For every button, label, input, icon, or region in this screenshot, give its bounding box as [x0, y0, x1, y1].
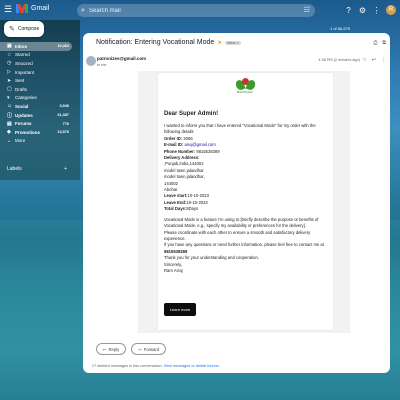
sidebar-item-categories[interactable]: ▾ Categories [0, 94, 72, 103]
email-panel: Notification: Entering Vocational Mode ➤… [83, 33, 390, 373]
email-body: I wanted to inform you that I have enter… [164, 123, 324, 273]
forum-icon: ▤ [7, 120, 12, 127]
important-marker-icon[interactable]: ➤ [217, 39, 222, 46]
people-icon: ☺ [7, 103, 13, 110]
search-bar[interactable]: ⌕ ☷ [77, 4, 315, 17]
info-icon: ⓘ [7, 112, 13, 119]
sidebar-item-more[interactable]: ⌄ More [0, 137, 72, 146]
sender-email[interactable]: patronizes@gmail.com [97, 56, 146, 61]
send-icon: ➤ [7, 77, 12, 84]
settings-icon[interactable]: ⚙ [358, 6, 367, 15]
forward-button[interactable]: ↪ Forward [131, 343, 167, 355]
labels-heading: Labels [7, 166, 22, 172]
top-bar: ☰ Gmail ⌕ ☷ ? ⚙ ⋮ R [0, 0, 400, 20]
email-subject-row: Notification: Entering Vocational Mode ➤… [96, 39, 241, 46]
add-label-button[interactable]: + [64, 166, 67, 172]
sidebar-item-inbox[interactable]: ▣ Inbox 10,464 [0, 42, 72, 51]
learn-more-button[interactable]: Learn more [164, 303, 196, 316]
search-icon[interactable]: ⌕ [77, 7, 89, 15]
sidebar-item-updates[interactable]: ⓘ Updates 41,387 [0, 111, 72, 120]
email-date: 4:38 PM (2 minutes ago) [318, 58, 360, 62]
message-actions: ☆ ↩ ⋮ [362, 57, 386, 63]
avatar[interactable]: R [386, 5, 396, 15]
reply-actions: ↩ Reply ↪ Forward [96, 343, 167, 355]
greeting: Dear Super Admin! [164, 111, 219, 117]
gmail-m-icon [16, 4, 28, 13]
deleted-messages-note: 27 deleted messages in this conversation… [92, 364, 220, 368]
open-new-window-icon[interactable]: ⧉ [382, 40, 386, 46]
tag-icon: ◈ [7, 129, 11, 136]
sidebar-item-sent[interactable]: ➤ Sent [0, 76, 72, 85]
search-input[interactable] [89, 7, 289, 14]
inbox-label-chip[interactable]: Inbox × [225, 40, 241, 45]
customer-email-link[interactable]: anuj@gmail.com [184, 142, 215, 147]
sidebar-item-starred[interactable]: ☆ Starred [0, 51, 72, 60]
category-icon: ▾ [7, 94, 10, 101]
sidebar-item-social[interactable]: ☺ Social 3,946 [0, 102, 72, 111]
clock-icon: ◷ [7, 60, 12, 67]
inbox-icon: ▣ [7, 43, 12, 50]
sender-avatar[interactable] [86, 56, 96, 66]
app-name: Gmail [31, 5, 50, 12]
sidebar-item-important[interactable]: ▷ Important [0, 68, 72, 77]
page-count: 1 of 56,579 [330, 26, 351, 31]
star-icon: ☆ [7, 51, 12, 58]
sidebar-item-drafts[interactable]: ▢ Drafts [0, 85, 72, 94]
gmail-logo[interactable]: Gmail [16, 4, 49, 13]
brand-name: Brand Organic [236, 91, 254, 94]
pencil-icon: ✎ [9, 26, 15, 33]
sidebar-nav: ▣ Inbox 10,464 ☆ Starred ◷ Snoozed ▷ Imp… [0, 42, 72, 145]
top-icons: ? ⚙ ⋮ R [344, 5, 396, 15]
brand-logo: Brand Organic [230, 77, 260, 99]
draft-icon: ▢ [7, 86, 12, 93]
menu-icon[interactable]: ☰ [4, 5, 13, 14]
reply-icon: ↩ [103, 346, 107, 352]
more-options-icon[interactable]: ⋮ [381, 57, 386, 63]
chevron-down-icon: ⌄ [7, 137, 12, 144]
sidebar-item-snoozed[interactable]: ◷ Snoozed [0, 59, 72, 68]
compose-label: Compose [17, 26, 40, 32]
star-icon[interactable]: ☆ [362, 57, 366, 63]
email-body-card: Brand Organic Dear Super Admin! I wanted… [158, 73, 333, 330]
sidebar-item-forums[interactable]: ▤ Forums 776 [0, 119, 72, 128]
reply-icon[interactable]: ↩ [372, 57, 376, 63]
apps-grid-icon[interactable]: ⋮ [372, 6, 381, 15]
recipient[interactable]: to me [97, 63, 107, 67]
print-icon[interactable]: ⎙ [373, 40, 377, 46]
labels-section: Labels + [7, 166, 67, 172]
email-subject: Notification: Entering Vocational Mode [96, 39, 215, 46]
sidebar-item-promotions[interactable]: ◈ Promotions 13,976 [0, 128, 72, 137]
important-icon: ▷ [7, 69, 11, 76]
subject-actions: ⎙ ⧉ [373, 40, 386, 46]
help-icon[interactable]: ? [344, 6, 353, 15]
compose-button[interactable]: ✎ Compose [4, 21, 44, 37]
reply-button[interactable]: ↩ Reply [96, 343, 127, 355]
forward-icon: ↪ [138, 346, 142, 352]
filter-options-icon[interactable]: ☷ [304, 6, 310, 14]
view-deleted-link[interactable]: View messages or delete forever. [164, 364, 220, 368]
